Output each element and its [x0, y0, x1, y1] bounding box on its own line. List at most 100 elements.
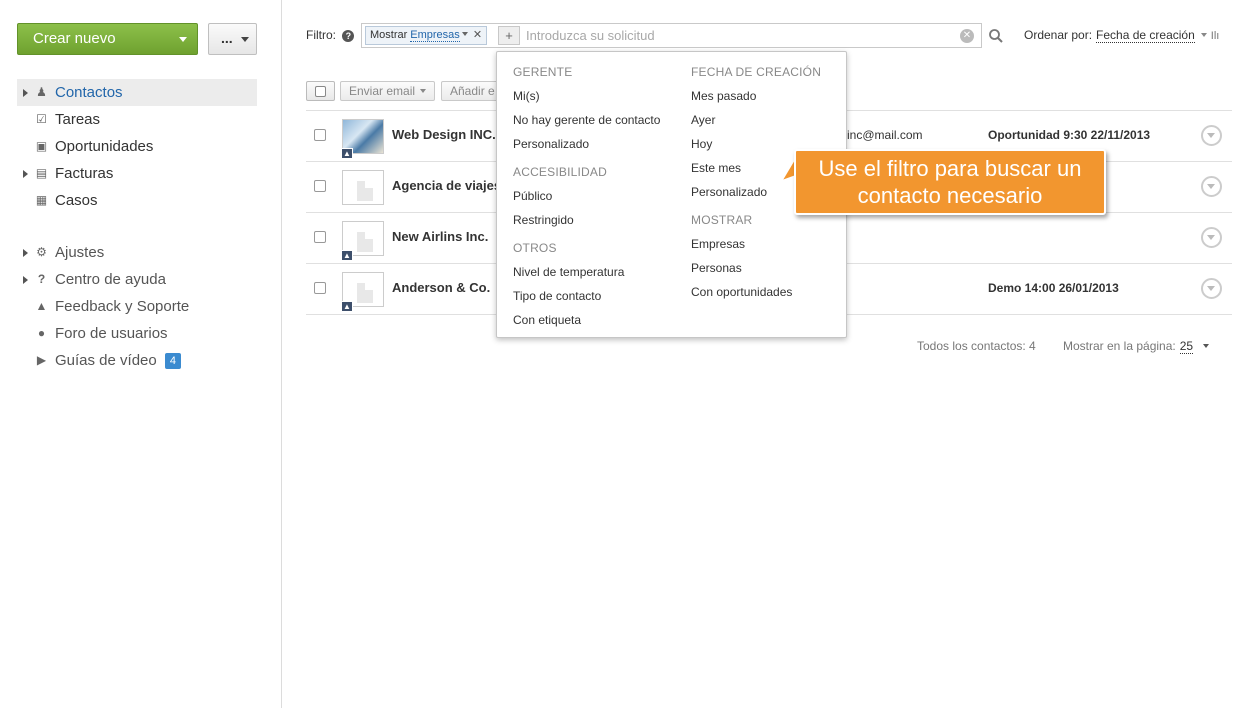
contact-name[interactable]: Anderson & Co.	[392, 280, 490, 295]
sidebar-item-label: Ajustes	[55, 244, 105, 261]
help-icon[interactable]: ?	[342, 30, 355, 42]
company-logo[interactable]: ▲	[341, 272, 384, 312]
chevron-down-icon[interactable]	[1200, 33, 1207, 37]
briefcase-icon: ▣	[35, 139, 48, 153]
filter-option[interactable]: Mes pasado	[691, 88, 821, 112]
question-icon: ?	[37, 272, 46, 286]
send-email-label: Enviar email	[349, 84, 416, 98]
close-icon[interactable]: ✕	[473, 29, 482, 41]
expand-arrow-icon[interactable]	[23, 170, 28, 178]
group-header: OTROS	[513, 241, 557, 255]
sidebar-item-facturas[interactable]: ▤ Facturas	[17, 160, 257, 187]
sidebar-item-label: Guías de vídeo	[55, 352, 157, 369]
filter-option[interactable]: Personas	[691, 260, 821, 284]
add-button[interactable]: Añadir e	[441, 81, 501, 101]
callout-line: Use el filtro para buscar un	[818, 156, 1082, 181]
group-header: FECHA DE CREACIÓN	[691, 65, 822, 79]
expand-arrow-icon[interactable]	[23, 89, 28, 97]
contact-opportunity[interactable]: Demo 14:00 26/01/2013	[988, 281, 1119, 295]
search-input[interactable]	[526, 26, 946, 45]
search-icon[interactable]	[988, 28, 1004, 44]
sidebar-item-foro[interactable]: ● Foro de usuarios	[17, 320, 257, 347]
row-checkbox[interactable]	[314, 180, 326, 192]
sort-value[interactable]: Fecha de creación	[1096, 28, 1195, 43]
speech-bubble-icon: ●	[37, 326, 46, 340]
sidebar-item-contactos[interactable]: ♟ Contactos	[17, 79, 257, 106]
building-icon	[357, 232, 373, 252]
filter-option[interactable]: Empresas	[691, 236, 821, 260]
row-checkbox[interactable]	[314, 282, 326, 294]
building-icon	[357, 181, 373, 201]
contact-name[interactable]: Agencia de viajes	[392, 178, 501, 193]
chevron-down-icon[interactable]	[1203, 344, 1210, 348]
row-actions-button[interactable]	[1201, 278, 1222, 299]
checkbox-icon: ☑	[36, 112, 47, 126]
contact-name[interactable]: Web Design INC.	[392, 127, 496, 142]
chevron-down-icon	[1207, 133, 1215, 138]
company-logo[interactable]: ▲	[341, 221, 384, 261]
expand-arrow-icon[interactable]	[23, 249, 28, 257]
filter-label-text: Filtro:	[306, 28, 336, 42]
per-page-value[interactable]: 25	[1179, 339, 1194, 354]
sidebar-item-casos[interactable]: ▦ Casos	[17, 187, 257, 214]
select-all-checkbox[interactable]	[306, 81, 335, 101]
sidebar-item-tareas[interactable]: ☑ Tareas	[17, 106, 257, 133]
company-logo[interactable]	[342, 170, 384, 205]
row-actions-button[interactable]	[1201, 125, 1222, 146]
group-header: GERENTE	[513, 65, 573, 79]
filter-box[interactable]: MostrarEmpresas ✕ + ✕	[361, 23, 982, 48]
clear-icon[interactable]: ✕	[960, 29, 974, 43]
chevron-down-icon[interactable]	[461, 32, 468, 36]
sidebar-item-feedback[interactable]: ▲ Feedback y Soporte	[17, 293, 257, 320]
row-actions-button[interactable]	[1201, 176, 1222, 197]
sort-label: Ordenar por:	[1024, 28, 1093, 42]
contact-email[interactable]: inc@mail.com	[847, 128, 923, 142]
more-actions-label: ...	[221, 30, 233, 46]
chevron-down-icon	[1207, 286, 1215, 291]
filter-chip-key: Mostrar	[370, 29, 408, 41]
sidebar-item-guias-de-video[interactable]: ▶ Guías de vídeo 4	[17, 347, 257, 374]
filter-chip[interactable]: Mostrar Empresas ✕	[365, 26, 488, 45]
company-type-icon: ▲	[341, 301, 353, 312]
more-actions-button[interactable]: ...	[208, 23, 257, 55]
sort-order-icon[interactable]: Ilı	[1211, 30, 1220, 42]
filter-chip-value[interactable]: Empresas	[410, 29, 460, 42]
sidebar-item-oportunidades[interactable]: ▣ Oportunidades	[17, 133, 257, 160]
row-actions-button[interactable]	[1201, 227, 1222, 248]
send-email-button[interactable]: Enviar email	[340, 81, 436, 101]
contact-name[interactable]: New Airlins Inc.	[392, 229, 488, 244]
group-header: ACCESIBILIDAD	[513, 165, 607, 179]
per-page-label: Mostrar en la página:	[1063, 339, 1176, 353]
filter-column-left: GERENTE Mi(s) No hay gerente de contacto…	[513, 64, 660, 336]
company-logo[interactable]: ▲	[341, 119, 384, 159]
filter-option[interactable]: Ayer	[691, 112, 821, 136]
expand-arrow-icon[interactable]	[23, 276, 28, 284]
company-type-icon: ▲	[341, 250, 353, 261]
filter-option[interactable]: Personalizado	[513, 136, 660, 160]
sidebar-item-ajustes[interactable]: ⚙ Ajustes	[17, 239, 257, 266]
filter-option[interactable]: Público	[513, 188, 660, 212]
filter-option[interactable]: Tipo de contacto	[513, 288, 660, 312]
sidebar: Crear nuevo ... ♟ Contactos ☑ Tareas ▣ O…	[0, 0, 282, 708]
filter-option[interactable]: Con oportunidades	[691, 284, 821, 308]
create-new-button[interactable]: Crear nuevo	[17, 23, 198, 55]
sidebar-item-centro-de-ayuda[interactable]: ? Centro de ayuda	[17, 266, 257, 293]
sidebar-item-label: Contactos	[55, 84, 123, 101]
chevron-down-icon	[241, 37, 249, 42]
sidebar-item-label: Foro de usuarios	[55, 325, 168, 342]
sidebar-item-label: Facturas	[55, 165, 114, 182]
add-filter-button[interactable]: +	[498, 26, 520, 45]
contact-opportunity[interactable]: Oportunidad 9:30 22/11/2013	[988, 128, 1150, 142]
filter-option[interactable]: No hay gerente de contacto	[513, 112, 660, 136]
row-checkbox[interactable]	[314, 231, 326, 243]
sort-control: Ordenar por: Fecha de creación Ilı	[1024, 28, 1220, 43]
filter-option[interactable]: Con etiqueta	[513, 312, 660, 336]
filter-option[interactable]: Nivel de temperatura	[513, 264, 660, 288]
filter-label: Filtro: ?	[306, 28, 355, 42]
chevron-down-icon	[1207, 184, 1215, 189]
row-checkbox[interactable]	[314, 129, 326, 141]
filter-option[interactable]: Restringido	[513, 212, 660, 236]
sidebar-item-label: Casos	[55, 192, 98, 209]
building-icon	[357, 283, 373, 303]
filter-option[interactable]: Mi(s)	[513, 88, 660, 112]
